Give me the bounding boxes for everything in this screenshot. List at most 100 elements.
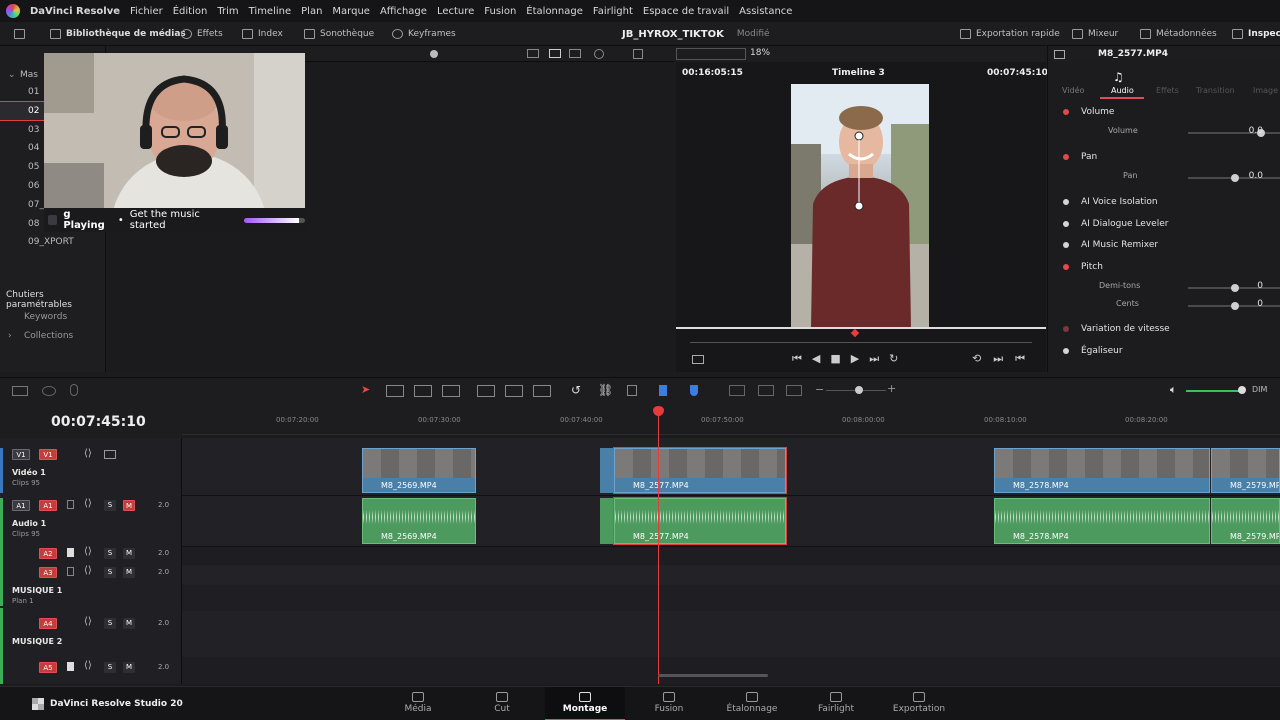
blade-tool-icon[interactable] [442,385,460,397]
a5-solo-button[interactable]: S [104,662,116,673]
a3-solo-button[interactable]: S [104,567,116,578]
page-color[interactable]: Étalonnage [712,687,792,720]
video-clip-fragment[interactable] [600,448,614,493]
a4-destination-patch[interactable]: A4 [39,618,57,629]
tab-image[interactable]: Image [1253,86,1278,95]
audio-clip[interactable]: M8_2579.MP4 [1211,498,1280,544]
voiceover-mic-icon[interactable] [70,384,78,396]
sort-icon[interactable] [633,49,643,59]
index-button[interactable]: Index [242,22,283,46]
a3-lock-icon[interactable] [67,567,74,576]
dim-button[interactable]: DIM [1252,385,1267,394]
menu-fusion[interactable]: Fusion [479,6,521,17]
tab-transition[interactable]: Transition [1196,86,1235,95]
volume-enable-toggle[interactable] [1063,109,1069,115]
volume-slider[interactable] [1188,129,1280,137]
thumbnail-size-slider[interactable] [430,50,438,58]
tab-video[interactable]: Vidéo [1062,86,1084,95]
a1-auto-track-icon[interactable]: ⟨⟩ [84,498,92,509]
zoom-detail-icon[interactable] [758,385,774,396]
speaker-icon[interactable]: 🔈︎ [1170,383,1177,397]
pan-enable-toggle[interactable] [1063,154,1069,160]
linked-selection-icon[interactable]: ⛓ [598,383,613,397]
menu-clip[interactable]: Plan [296,6,327,17]
menu-file[interactable]: Fichier [125,6,168,17]
master-volume-slider[interactable] [1186,390,1242,392]
trim-tool-icon[interactable] [386,385,404,397]
pitch-section[interactable]: Pitch [1048,260,1280,274]
audio-clip-fragment[interactable] [600,498,614,544]
speed-variation-section[interactable]: Variation de vitesse [1048,322,1280,336]
cents-value[interactable]: 0 [1257,299,1263,309]
zoom-out-icon[interactable]: − [815,383,824,396]
video-clip[interactable]: M8_2578.MP4 [994,448,1210,493]
viewer-extra-controls[interactable]: ⟲⏭⏮ [972,352,1037,366]
a1-mute-button[interactable]: M [123,500,135,511]
viewer-scrubber-line[interactable] [676,327,1046,329]
zoom-full-icon[interactable] [729,385,745,396]
a2-destination-patch[interactable]: A2 [39,548,57,559]
tab-effects[interactable]: Effets [1156,86,1179,95]
replace-clip-icon[interactable] [533,385,551,397]
zoom-slider-knob[interactable] [855,386,863,394]
smart-bin-keywords[interactable]: Keywords [24,312,67,322]
semitones-slider-knob[interactable] [1231,284,1239,292]
a4-auto-track-icon[interactable]: ⟨⟩ [84,616,92,627]
effects-button[interactable]: Effets [181,22,223,46]
page-deliver[interactable]: Exportation [879,687,959,720]
equalizer-section[interactable]: Égaliseur [1048,344,1280,358]
media-library-button[interactable]: Bibliothèque de médias [50,22,186,46]
zoom-in-icon[interactable]: + [887,382,896,395]
zoom-dropdown[interactable]: 18% [750,48,770,58]
panel-toggle-button[interactable] [14,22,25,46]
list-view-icon[interactable] [527,49,539,58]
timeline-playhead[interactable] [658,408,659,684]
timeline-ruler[interactable]: 00:07:20:00 00:07:30:00 00:07:40:00 00:0… [182,403,1280,435]
master-volume-knob[interactable] [1238,386,1246,394]
a5-mute-button[interactable]: M [123,662,135,673]
menu-color[interactable]: Étalonnage [521,6,588,17]
menu-view[interactable]: Affichage [375,6,432,17]
zoom-custom-icon[interactable] [786,385,802,396]
a5-lock-icon[interactable] [67,662,74,671]
menu-mark[interactable]: Marque [327,6,375,17]
position-lock-icon[interactable] [627,385,637,396]
ai-dialogue-leveler-section[interactable]: AI Dialogue Leveler [1048,217,1280,231]
a5-auto-track-icon[interactable]: ⟨⟩ [84,660,92,671]
snapping-icon[interactable]: ↺ [571,383,581,397]
volume-section[interactable]: Volume [1048,105,1280,119]
v1-auto-track-icon[interactable]: ⟨⟩ [84,448,92,459]
a4-solo-button[interactable]: S [104,618,116,629]
viewer-video-frame[interactable] [791,84,929,328]
ai-music-toggle[interactable] [1063,242,1069,248]
page-fairlight[interactable]: Fairlight [796,687,876,720]
metadata-button[interactable]: Métadonnées [1140,22,1217,46]
a2-mute-button[interactable]: M [123,548,135,559]
overwrite-clip-icon[interactable] [505,385,523,397]
ai-voice-isolation-section[interactable]: AI Voice Isolation [1048,195,1280,209]
menu-app[interactable]: DaVinci Resolve [25,6,125,17]
sound-library-button[interactable]: Sonothèque [304,22,374,46]
ai-voice-toggle[interactable] [1063,199,1069,205]
v1-track-output-icon[interactable] [104,450,116,459]
cents-slider-knob[interactable] [1231,302,1239,310]
page-edit[interactable]: Montage [545,687,625,720]
a1-source-patch[interactable]: A1 [12,500,30,511]
search-icon[interactable] [594,49,604,59]
pan-section[interactable]: Pan [1048,150,1280,164]
audio-meter-icon[interactable] [42,386,56,396]
page-cut[interactable]: Cut [462,687,542,720]
menu-workspace[interactable]: Espace de travail [638,6,734,17]
timeline-name-dropdown[interactable]: Timeline 3 [832,68,885,78]
dynamic-trim-icon[interactable] [414,385,432,397]
timeline-view-options-icon[interactable] [12,386,28,396]
insert-clip-icon[interactable] [477,385,495,397]
a1-solo-button[interactable]: S [104,500,116,511]
pan-slider[interactable] [1188,174,1280,182]
equalizer-toggle[interactable] [1063,348,1069,354]
a3-auto-track-icon[interactable]: ⟨⟩ [84,565,92,576]
menu-help[interactable]: Assistance [734,6,797,17]
grid-view-icon[interactable] [549,49,561,58]
v1-source-patch[interactable]: V1 [12,449,30,460]
page-fusion[interactable]: Fusion [629,687,709,720]
